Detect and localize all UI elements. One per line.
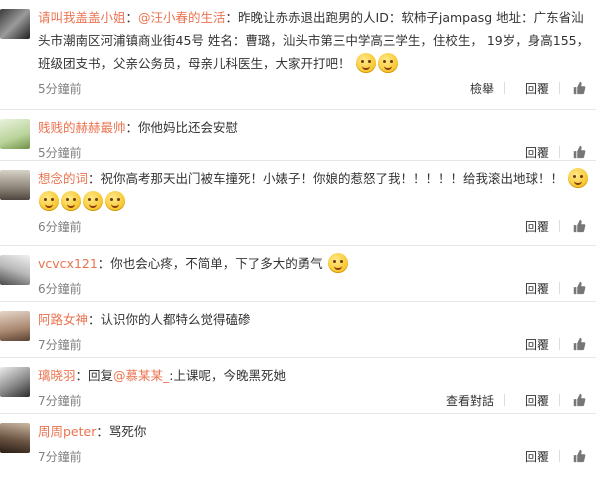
comment-item: 阿路女神：认识你的人都特么觉得磕碜 7分鐘前 回覆 [0, 302, 596, 358]
thumbs-up-icon[interactable] [572, 81, 586, 95]
comment-body: ：你他妈比还会安慰 [125, 120, 239, 135]
comment-content: vcvcx121：你也会心疼，不简单，下了多大的勇气 6分鐘前 回覆 [38, 252, 596, 301]
comment-text: 阿路女神：认识你的人都特么觉得磕碜 [38, 308, 590, 331]
comment-item: 请叫我盖盖小姐：@汪小春的生活：昨晚让赤赤退出跑男的人ID：软柿子jampasg… [0, 0, 596, 110]
angry-emoji-icon [83, 191, 103, 211]
comment-actions: 回覆 [505, 448, 590, 465]
comment-actions: 檢舉 回覆 [450, 80, 590, 97]
reply-button[interactable]: 回覆 [525, 448, 549, 465]
divider [559, 338, 560, 350]
comment-item: 璃晓羽：回复@慕某某_:上课呢，今晚黑死她 7分鐘前 查看對話 回覆 [0, 358, 596, 414]
comment-actions: 回覆 [505, 336, 590, 353]
comment-content: 贱贱的赫赫最帅：你他妈比还会安慰 5分鐘前 回覆 [38, 116, 596, 165]
author-link[interactable]: 周周peter [38, 424, 96, 439]
mention-link[interactable]: @汪小春的生活 [138, 10, 226, 25]
reply-button[interactable]: 回覆 [525, 218, 549, 235]
avatar[interactable] [0, 423, 30, 453]
grin-emoji-icon [327, 253, 348, 273]
thumbs-up-icon[interactable] [572, 393, 586, 407]
reply-button[interactable]: 回覆 [525, 336, 549, 353]
comment-meta: 7分鐘前 回覆 [38, 331, 590, 357]
report-button[interactable]: 檢舉 [470, 80, 494, 97]
timestamp: 5分鐘前 [38, 81, 82, 96]
avatar[interactable] [0, 9, 30, 39]
thumbs-up-icon[interactable] [572, 219, 586, 233]
comment-actions: 回覆 [505, 280, 590, 297]
comment-body: ：祝你高考那天出门被车撞死！小婊子！你娘的惹怒了我！！！！！给我滚出地球！！ [88, 171, 564, 186]
comment-meta: 7分鐘前 回覆 [38, 443, 590, 469]
avatar[interactable] [0, 170, 30, 200]
thumbs-up-icon[interactable] [572, 281, 586, 295]
reply-button[interactable]: 回覆 [525, 80, 549, 97]
author-link[interactable]: 璃晓羽 [38, 368, 76, 383]
comment-body: ：骂死你 [96, 424, 147, 439]
thumbs-up-icon[interactable] [572, 145, 586, 159]
comment-meta: 7分鐘前 查看對話 回覆 [38, 387, 590, 413]
author-link[interactable]: 想念的词 [38, 171, 88, 186]
smiley-emoji-icon [377, 53, 398, 73]
comment-item: 周周peter：骂死你 7分鐘前 回覆 [0, 414, 596, 477]
author-link[interactable]: 阿路女神 [38, 312, 88, 327]
comment-item: vcvcx121：你也会心疼，不简单，下了多大的勇气 6分鐘前 回覆 [0, 246, 596, 302]
smiley-emoji-icon [355, 53, 376, 73]
avatar[interactable] [0, 311, 30, 341]
comment-actions: 回覆 [505, 144, 590, 161]
comment-actions: 回覆 [505, 218, 590, 235]
comment-text: 想念的词：祝你高考那天出门被车撞死！小婊子！你娘的惹怒了我！！！！！给我滚出地球… [38, 167, 590, 213]
divider [559, 220, 560, 232]
divider [503, 394, 505, 406]
timestamp: 7分鐘前 [38, 337, 82, 352]
reply-button[interactable]: 回覆 [525, 280, 549, 297]
comment-content: 想念的词：祝你高考那天出门被车撞死！小婊子！你娘的惹怒了我！！！！！给我滚出地球… [38, 167, 596, 239]
comment-text: 璃晓羽：回复@慕某某_:上课呢，今晚黑死她 [38, 364, 590, 387]
comment-body: ：你也会心疼，不简单，下了多大的勇气 [97, 256, 323, 271]
avatar[interactable] [0, 255, 30, 285]
comment-text: 周周peter：骂死你 [38, 420, 590, 443]
comment-list: 请叫我盖盖小姐：@汪小春的生活：昨晚让赤赤退出跑男的人ID：软柿子jampasg… [0, 0, 596, 477]
author-link[interactable]: 请叫我盖盖小姐 [38, 10, 126, 25]
reply-prefix: ：回复 [75, 368, 114, 383]
comment-meta: 6分鐘前 回覆 [38, 213, 590, 239]
author-link[interactable]: vcvcx121 [38, 256, 98, 271]
comment-text: 贱贱的赫赫最帅：你他妈比还会安慰 [38, 116, 590, 139]
divider [503, 82, 505, 94]
divider [559, 82, 560, 94]
angry-emoji-icon [61, 191, 81, 211]
comment-text: vcvcx121：你也会心疼，不简单，下了多大的勇气 [38, 252, 590, 275]
comment-text: 请叫我盖盖小姐：@汪小春的生活：昨晚让赤赤退出跑男的人ID：软柿子jampasg… [38, 6, 590, 75]
comment-actions: 查看對話 回覆 [426, 392, 590, 409]
avatar[interactable] [0, 367, 30, 397]
divider [559, 394, 560, 406]
divider [559, 282, 560, 294]
comment-content: 阿路女神：认识你的人都特么觉得磕碜 7分鐘前 回覆 [38, 308, 596, 357]
avatar[interactable] [0, 119, 30, 149]
comment-content: 周周peter：骂死你 7分鐘前 回覆 [38, 420, 596, 469]
comment-meta: 6分鐘前 回覆 [38, 275, 590, 301]
angry-emoji-icon [105, 191, 125, 211]
timestamp: 7分鐘前 [38, 393, 82, 408]
thumbs-up-icon[interactable] [572, 449, 586, 463]
angry-emoji-icon [568, 168, 589, 188]
timestamp: 6分鐘前 [38, 219, 82, 234]
timestamp: 7分鐘前 [38, 449, 82, 464]
comment-body: :上课呢，今晚黑死她 [169, 368, 287, 383]
divider [559, 450, 560, 462]
comment-item: 贱贱的赫赫最帅：你他妈比还会安慰 5分鐘前 回覆 [0, 110, 596, 161]
view-conversation-button[interactable]: 查看對話 [446, 392, 494, 409]
comment-content: 璃晓羽：回复@慕某某_:上课呢，今晚黑死她 7分鐘前 查看對話 回覆 [38, 364, 596, 413]
author-link[interactable]: 贱贱的赫赫最帅 [38, 120, 126, 135]
comment-content: 请叫我盖盖小姐：@汪小春的生活：昨晚让赤赤退出跑男的人ID：软柿子jampasg… [38, 6, 596, 101]
comment-meta: 5分鐘前 檢舉 回覆 [38, 75, 590, 101]
comment-item: 想念的词：祝你高考那天出门被车撞死！小婊子！你娘的惹怒了我！！！！！给我滚出地球… [0, 161, 596, 246]
reply-button[interactable]: 回覆 [525, 144, 549, 161]
colon: ： [125, 10, 139, 25]
divider [559, 146, 560, 158]
mention-link[interactable]: @慕某某_ [113, 368, 169, 383]
timestamp: 5分鐘前 [38, 145, 82, 160]
timestamp: 6分鐘前 [38, 281, 82, 296]
comment-body: ：认识你的人都特么觉得磕碜 [88, 312, 251, 327]
angry-emoji-icon [39, 191, 59, 211]
thumbs-up-icon[interactable] [572, 337, 586, 351]
reply-button[interactable]: 回覆 [525, 392, 549, 409]
